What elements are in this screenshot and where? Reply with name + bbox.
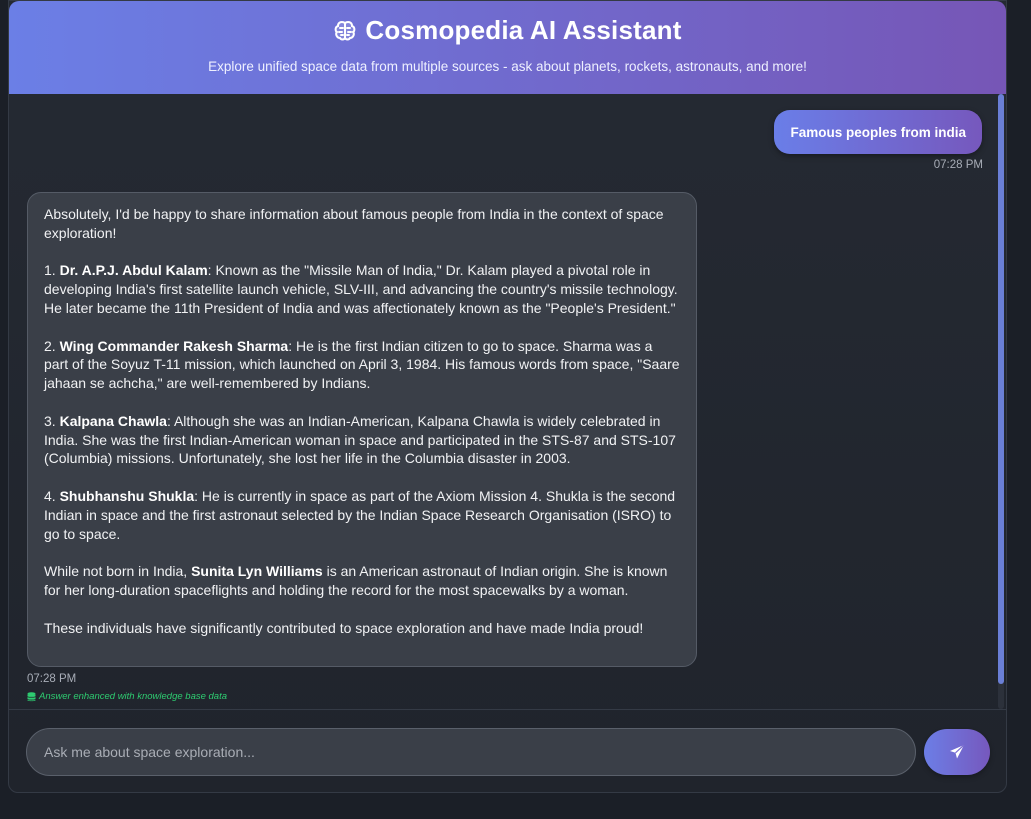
list-item: 3. Kalpana Chawla: Although she was an I…: [44, 412, 676, 467]
user-message: Famous peoples from india: [774, 110, 982, 154]
person-name: Wing Commander Rakesh Sharma: [59, 337, 289, 354]
assistant-message: Absolutely, I'd be happy to share inform…: [27, 192, 697, 667]
person-name: Sunita Lyn Williams: [191, 563, 323, 580]
message-list[interactable]: Famous peoples from india 07:28 PM Absol…: [9, 94, 1006, 709]
person-name: Shubhanshu Shukla: [59, 487, 195, 504]
header: Cosmopedia AI Assistant Explore unified …: [9, 1, 1006, 94]
chat-app: Cosmopedia AI Assistant Explore unified …: [8, 0, 1007, 793]
scrollbar[interactable]: [998, 94, 1004, 709]
input-area: [9, 709, 1006, 792]
assistant-closing: These individuals have significantly con…: [44, 619, 644, 636]
list-item: 2. Wing Commander Rakesh Sharma: He is t…: [44, 337, 680, 392]
assistant-intro: Absolutely, I'd be happy to share inform…: [44, 206, 664, 241]
assistant-extra-paragraph: While not born in India, Sunita Lyn Will…: [44, 563, 668, 598]
app-subtitle: Explore unified space data from multiple…: [208, 59, 807, 74]
list-item: 4. Shubhanshu Shukla: He is currently in…: [44, 487, 676, 542]
brain-icon: [335, 20, 356, 40]
user-message-text: Famous peoples from india: [790, 124, 966, 140]
scrollbar-thumb[interactable]: [998, 94, 1004, 684]
user-message-time: 07:28 PM: [933, 159, 983, 171]
database-icon: [27, 691, 36, 701]
list-item: 1. Dr. A.P.J. Abdul Kalam: Known as the …: [44, 262, 678, 316]
assistant-message-time: 07:28 PM: [27, 673, 77, 685]
person-name: Kalpana Chawla: [59, 412, 167, 429]
send-button[interactable]: [924, 729, 990, 775]
title-row: Cosmopedia AI Assistant: [9, 15, 1006, 46]
send-icon: [950, 744, 965, 759]
person-name: Dr. A.P.J. Abdul Kalam: [59, 262, 208, 279]
chat-input[interactable]: [26, 728, 916, 776]
app-title: Cosmopedia AI Assistant: [365, 15, 682, 45]
knowledge-base-note-text: Answer enhanced with knowledge base data: [39, 691, 228, 702]
knowledge-base-note: Answer enhanced with knowledge base data: [27, 691, 227, 702]
